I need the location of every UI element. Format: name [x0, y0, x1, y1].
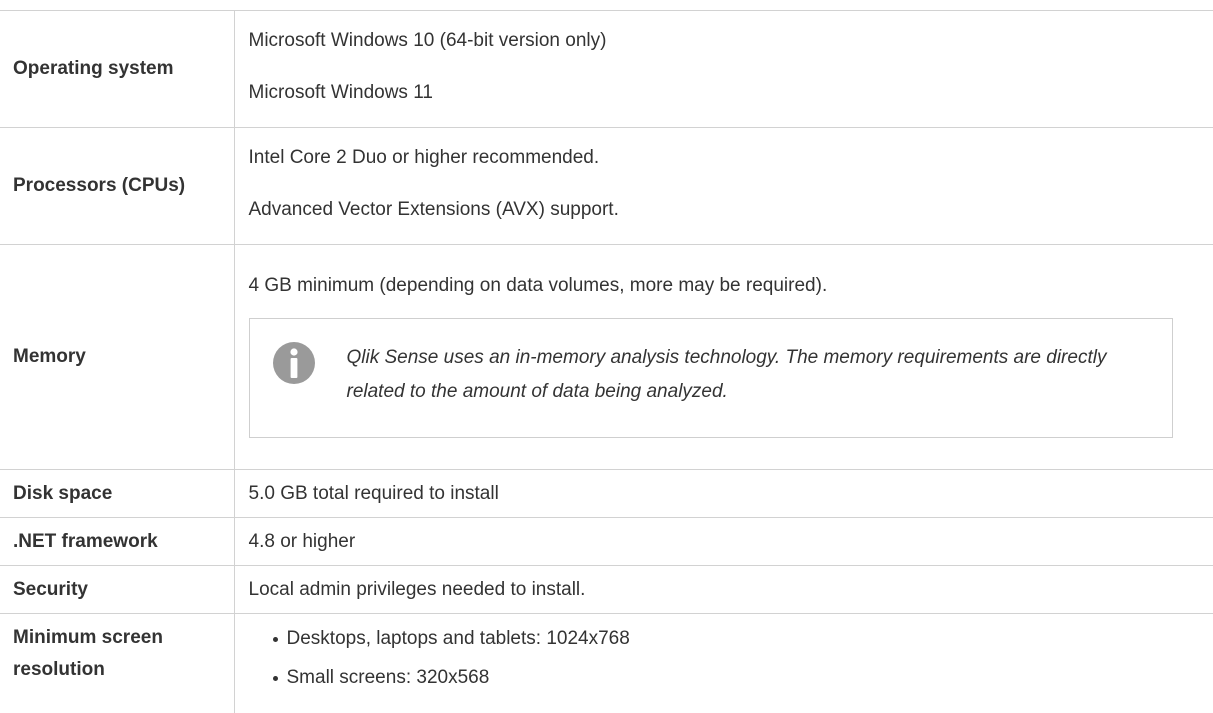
table-row-cpu: Processors (CPUs) Intel Core 2 Duo or hi… [0, 127, 1213, 245]
cpu-value-1: Intel Core 2 Duo or higher recommended. [248, 147, 600, 168]
row-value-security: Local admin privileges needed to install… [234, 565, 1213, 614]
memory-note: Qlik Sense uses an in-memory analysis te… [248, 317, 1173, 438]
row-value-memory: 4 GB minimum (depending on data volumes,… [234, 244, 1213, 470]
info-icon [272, 341, 315, 384]
memory-value: 4 GB minimum (depending on data volumes,… [248, 274, 828, 296]
row-value-screen: Desktops, laptops and tablets: 1024x768 … [234, 613, 1213, 713]
requirements-table: Operating system Microsoft Windows 10 (6… [0, 10, 1213, 713]
table-row-os: Operating system Microsoft Windows 10 (6… [0, 10, 1213, 128]
table-row-screen: Minimum screen resolution Desktops, lapt… [0, 613, 1213, 713]
row-label-screen: Minimum screen resolution [0, 613, 235, 713]
table-row-dotnet: .NET framework 4.8 or higher [0, 517, 1213, 566]
row-label-security: Security [0, 565, 235, 614]
resolution-list: Desktops, laptops and tablets: 1024x768 … [249, 622, 1213, 694]
list-item: Small screens: 320x568 [249, 661, 1213, 694]
row-value-cpu: Intel Core 2 Duo or higher recommended. … [234, 127, 1213, 245]
row-value-disk: 5.0 GB total required to install [234, 469, 1213, 518]
table-row-security: Security Local admin privileges needed t… [0, 565, 1213, 614]
os-value-1: Microsoft Windows 10 (64-bit version onl… [248, 30, 607, 51]
row-label-cpu: Processors (CPUs) [0, 127, 235, 245]
list-item: Desktops, laptops and tablets: 1024x768 [249, 622, 1213, 655]
table-row-memory: Memory 4 GB minimum (depending on data v… [0, 244, 1213, 470]
row-label-dotnet: .NET framework [0, 517, 235, 566]
memory-note-text: Qlik Sense uses an in-memory analysis te… [346, 346, 1107, 402]
row-value-dotnet: 4.8 or higher [234, 517, 1213, 566]
row-label-memory: Memory [0, 244, 235, 470]
row-label-disk: Disk space [0, 469, 235, 518]
row-value-os: Microsoft Windows 10 (64-bit version onl… [234, 10, 1213, 128]
cpu-value-2: Advanced Vector Extensions (AVX) support… [248, 199, 619, 220]
table-row-disk: Disk space 5.0 GB total required to inst… [0, 469, 1213, 518]
row-label-os: Operating system [0, 10, 235, 128]
os-value-2: Microsoft Windows 11 [248, 82, 433, 103]
